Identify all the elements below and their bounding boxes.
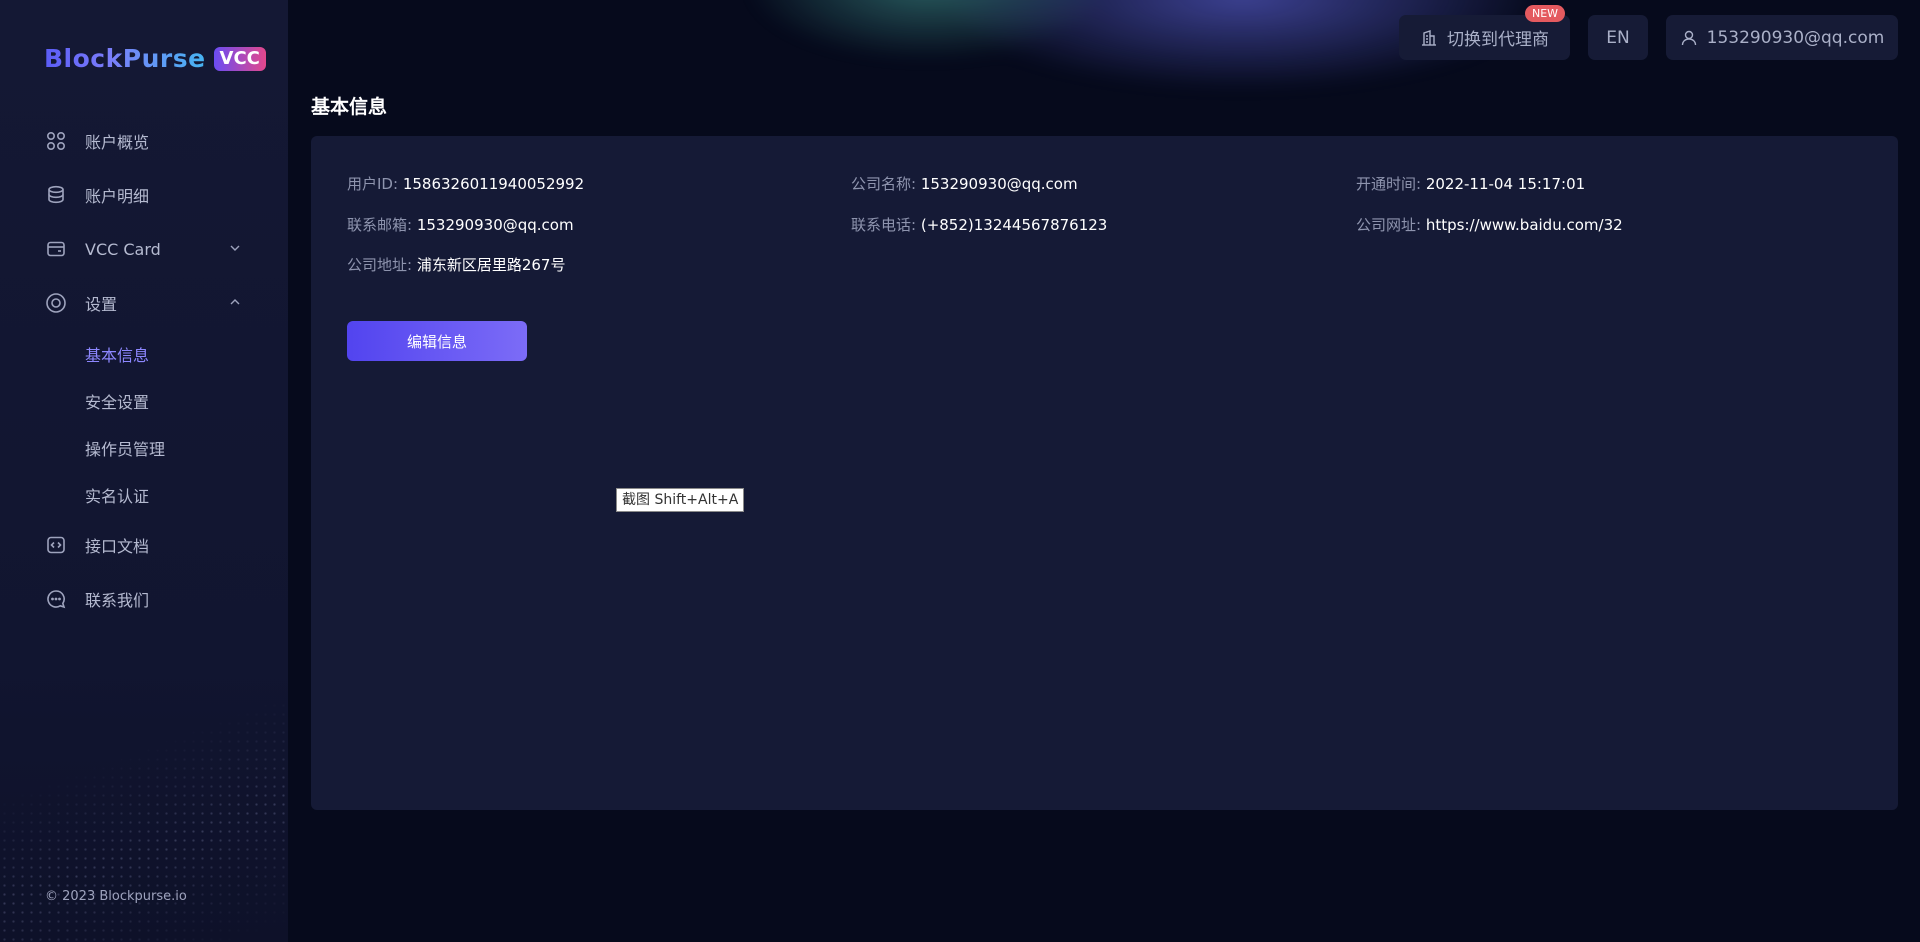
info-value: https://www.baidu.com/32 (1425, 216, 1623, 234)
brand-name: BlockPurse (44, 44, 206, 73)
info-value: 浦东新区居里路267号 (416, 256, 566, 274)
sidebar-item-label: 账户明细 (85, 187, 150, 206)
info-value: 1586326011940052992 (402, 175, 585, 193)
info-label: 公司地址: (347, 256, 413, 274)
basic-info-card: 用户ID: 1586326011940052992 公司名称: 15329093… (311, 136, 1898, 810)
language-label: EN (1606, 27, 1630, 48)
page-title: 基本信息 (311, 96, 388, 118)
info-value: 153290930@qq.com (920, 175, 1078, 193)
info-website: 公司网址: https://www.baidu.com/32 (1356, 214, 1623, 235)
decorative-dot-wave (0, 692, 288, 942)
new-badge: NEW (1525, 5, 1566, 22)
info-phone: 联系电话: (+852)13244567876123 (851, 214, 1107, 235)
database-icon (45, 184, 67, 206)
info-open-time: 开通时间: 2022-11-04 15:17:01 (1356, 173, 1585, 194)
building-icon (1422, 29, 1436, 46)
settings-icon (45, 292, 67, 314)
info-user-id: 用户ID: 1586326011940052992 (347, 173, 584, 194)
info-label: 公司名称: (851, 175, 917, 193)
info-company-name: 公司名称: 153290930@qq.com (851, 173, 1078, 194)
language-button[interactable]: EN (1588, 15, 1648, 60)
info-label: 开通时间: (1356, 175, 1422, 193)
sidebar-item-details[interactable]: 账户明细 (0, 168, 288, 222)
info-label: 联系电话: (851, 216, 917, 234)
info-address: 公司地址: 浦东新区居里路267号 (347, 254, 565, 275)
sidebar-item-overview[interactable]: 账户概览 (0, 114, 288, 168)
wallet-icon (45, 238, 67, 260)
user-menu-button[interactable]: 153290930@qq.com (1666, 15, 1898, 60)
edit-info-button[interactable]: 编辑信息 (347, 321, 527, 361)
sidebar-item-contact[interactable]: 联系我们 (0, 572, 288, 626)
sidebar-item-api-docs[interactable]: 接口文档 (0, 518, 288, 572)
chat-icon (45, 588, 67, 610)
brand-badge: VCC (213, 46, 266, 71)
info-label: 用户ID: (347, 175, 399, 193)
sidebar-item-label: 设置 (85, 295, 118, 314)
info-label: 公司网址: (1356, 216, 1422, 234)
brand-logo[interactable]: BlockPurse VCC (44, 44, 266, 73)
info-value: (+852)13244567876123 (920, 216, 1108, 234)
code-icon (45, 534, 67, 556)
info-email: 联系邮箱: 153290930@qq.com (347, 214, 574, 235)
user-icon (1681, 30, 1696, 45)
user-email: 153290930@qq.com (1706, 27, 1885, 48)
sidebar-item-label: 账户概览 (85, 133, 150, 152)
sidebar-item-label: VCC Card (85, 239, 161, 259)
sidebar-subitem-basic-info[interactable]: 基本信息 (0, 330, 288, 377)
sidebar-subitem-operators[interactable]: 操作员管理 (0, 424, 288, 471)
sidebar-nav: 账户概览 账户明细 VCC Card 设置 基本信息 安全设置 操作员管理 实名… (0, 114, 288, 626)
info-value: 153290930@qq.com (416, 216, 574, 234)
sidebar-subitem-security[interactable]: 安全设置 (0, 377, 288, 424)
info-label: 联系邮箱: (347, 216, 413, 234)
grid-icon (45, 130, 67, 152)
chevron-down-icon (230, 245, 240, 251)
sidebar-item-settings[interactable]: 设置 (0, 276, 288, 330)
screenshot-tooltip: 截图 Shift+Alt+A (616, 488, 745, 512)
sidebar-item-label: 接口文档 (85, 537, 150, 556)
chevron-up-icon (230, 299, 240, 305)
sidebar-item-vcc-card[interactable]: VCC Card (0, 222, 288, 276)
sidebar: BlockPurse VCC 账户概览 账户明细 VCC Card 设置 基本信… (0, 0, 288, 942)
sidebar-subitem-kyc[interactable]: 实名认证 (0, 471, 288, 518)
switch-agent-label: 切换到代理商 (1447, 30, 1549, 50)
sidebar-item-label: 联系我们 (85, 591, 150, 610)
info-value: 2022-11-04 15:17:01 (1425, 175, 1586, 193)
copyright: © 2023 Blockpurse.io (45, 889, 187, 904)
